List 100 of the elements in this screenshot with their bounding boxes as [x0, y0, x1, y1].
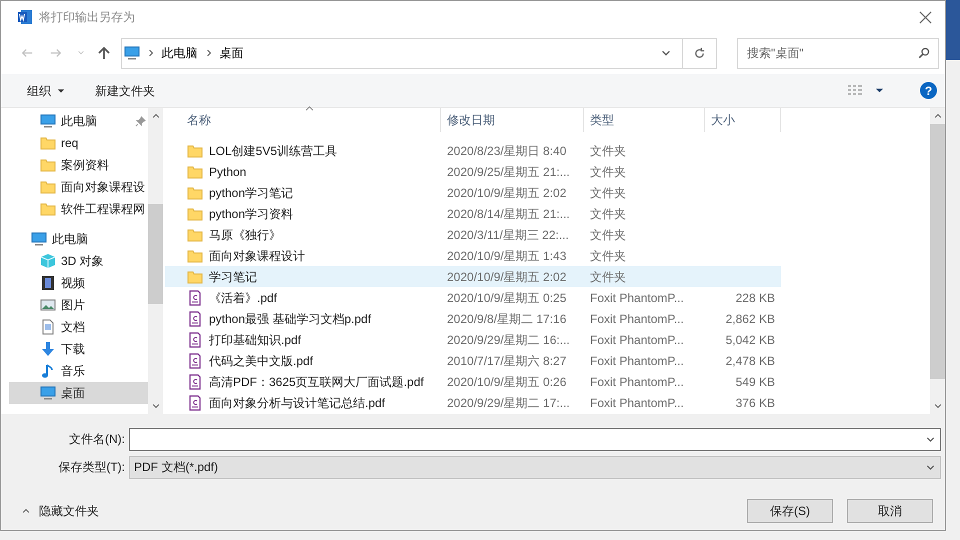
folder-icon — [187, 164, 203, 180]
date-cell-text: 2020/9/29/星期二 16:... — [446, 332, 571, 348]
caret-icon — [76, 49, 84, 57]
type-cell-text: 文件夹 — [589, 248, 627, 264]
date-cell-text: 2020/8/14/星期五 21:... — [446, 206, 571, 222]
nav-item[interactable]: 视频 — [9, 272, 148, 294]
breadcrumb[interactable]: 此电脑 — [162, 44, 198, 62]
size-cell-text: 549 KB — [734, 374, 776, 390]
date-cell-text: 2020/8/23/星期日 8:40 — [446, 142, 568, 160]
type-cell-text: Foxit PhantomP... — [589, 332, 685, 348]
size-cell-text: 376 KB — [734, 394, 776, 412]
desktop-icon — [40, 385, 56, 401]
file-row[interactable]: python学习笔记 2020/10/9/星期五 2:02 文件夹 — [165, 182, 781, 203]
help-button[interactable]: ? — [920, 82, 937, 99]
type-cell-text: Foxit PhantomP... — [589, 290, 685, 306]
folder-icon — [40, 179, 56, 195]
nav-item[interactable]: 音乐 — [9, 360, 148, 382]
pdf-file-icon — [187, 310, 203, 326]
nav-item[interactable]: 案例资料 — [9, 154, 148, 176]
organize-button[interactable]: 组织 — [27, 82, 65, 100]
nav-item[interactable]: 此电脑 — [9, 110, 148, 132]
filename-field[interactable] — [129, 428, 941, 450]
nav-item[interactable]: 此电脑 — [9, 228, 148, 250]
file-row[interactable]: python最强 基础学习文档p.pdf 2020/9/8/星期二 17:16 Foxit PhantomP... 2,862 KB — [165, 308, 781, 329]
nav-item[interactable]: 面向对象课程设 — [9, 176, 148, 198]
file-type-dropdown[interactable]: PDF 文档(*.pdf) — [129, 456, 941, 478]
folder-icon — [40, 157, 56, 173]
size-cell-text: 5,042 KB — [724, 332, 776, 348]
file-row[interactable]: 代码之美中文版.pdf 2010/7/17/星期六 8:27 Foxit PhantomP... 2,478 KB — [165, 350, 781, 371]
file-name: 面向对象课程设计 — [209, 248, 305, 264]
nav-item[interactable]: 3D 对象 — [9, 250, 148, 272]
list-view-icon — [847, 84, 863, 96]
column-header[interactable]: 名称 — [165, 108, 441, 132]
file-row[interactable]: 打印基础知识.pdf 2020/9/29/星期二 16:... Foxit PhantomP... 5,042 KB — [165, 329, 781, 350]
address-bar[interactable]: 此电脑 桌面 — [120, 38, 718, 68]
type-cell-text: Foxit PhantomP... — [589, 374, 685, 390]
search-icon — [918, 46, 930, 58]
field-label: 保存类型(T): — [57, 459, 126, 476]
background-window-header — [946, 0, 960, 60]
nav-item[interactable]: req — [9, 132, 148, 154]
desktop-icon — [124, 45, 140, 61]
new-folder-button[interactable]: 新建文件夹 — [95, 82, 155, 100]
caret-icon — [57, 86, 65, 94]
pdf-file-icon — [187, 352, 203, 368]
search-field[interactable]: 搜索"桌面" — [737, 38, 939, 68]
refresh-icon — [693, 46, 706, 60]
type-cell-text: Foxit PhantomP... — [589, 310, 685, 328]
nav-item[interactable]: 图片 — [9, 294, 148, 316]
date-cell-text: 2020/10/9/星期五 2:02 — [446, 268, 568, 286]
folder-icon — [40, 135, 56, 151]
nav-item[interactable]: 软件工程课程网 — [9, 198, 148, 220]
picture-icon — [40, 297, 56, 313]
file-name: 学习笔记 — [209, 268, 257, 286]
column-header[interactable]: 修改日期 — [441, 108, 584, 132]
type-cell-text: 文件夹 — [589, 268, 627, 286]
file-name: 高清PDF：3625页互联网大厂面试题.pdf — [209, 374, 424, 390]
date-cell-text: 2020/10/9/星期五 2:02 — [446, 184, 568, 202]
type-cell-text: Foxit PhantomP... — [589, 352, 685, 370]
file-row[interactable]: 面向对象分析与设计笔记总结.pdf 2020/9/29/星期二 17:... Foxit PhantomP... 376 KB — [165, 392, 781, 413]
nav-item[interactable]: 文档 — [9, 316, 148, 338]
file-name: python学习资料 — [209, 206, 294, 222]
file-row[interactable]: python学习资料 2020/8/14/星期五 21:... 文件夹 — [165, 203, 781, 224]
cancel-button[interactable]: 取消 — [847, 499, 933, 523]
breadcrumb[interactable]: 桌面 — [220, 44, 244, 62]
pdf-file-icon — [187, 394, 203, 410]
nav-item[interactable]: 桌面 — [9, 382, 148, 404]
scrollbar[interactable] — [148, 108, 163, 414]
film-icon — [40, 275, 56, 291]
date-cell-text: 2020/3/11/星期三 22:... — [446, 226, 570, 244]
size-cell-text: 2,478 KB — [724, 352, 776, 370]
column-header[interactable]: 大小 — [705, 108, 781, 132]
pdf-file-icon — [187, 290, 203, 306]
save-button[interactable]: 保存(S) — [747, 499, 833, 523]
file-row[interactable]: Python 2020/9/25/星期五 21:... 文件夹 — [165, 161, 781, 182]
hide-folders-button[interactable]: 隐藏文件夹 — [21, 502, 99, 520]
field-label: 文件名(N): — [68, 431, 126, 448]
file-row[interactable]: LOL创建5V5训练营工具 2020/8/23/星期日 8:40 文件夹 — [165, 140, 781, 161]
nav-item[interactable]: 下载 — [9, 338, 148, 360]
file-name: LOL创建5V5训练营工具 — [209, 142, 338, 160]
file-row[interactable]: 面向对象课程设计 2020/10/9/星期五 1:43 文件夹 — [165, 245, 781, 266]
date-cell-text: 2010/7/17/星期六 8:27 — [446, 352, 568, 370]
file-row[interactable]: 马原《独行》 2020/3/11/星期三 22:... 文件夹 — [165, 224, 781, 245]
pdf-file-icon — [187, 374, 203, 390]
view-options-button[interactable] — [847, 84, 884, 96]
computer-icon — [40, 113, 56, 129]
back-arrow-icon — [20, 47, 33, 59]
date-cell-text: 2020/9/8/星期二 17:16 — [446, 310, 568, 328]
folder-icon — [187, 184, 203, 200]
file-name: 面向对象分析与设计笔记总结.pdf — [209, 394, 386, 412]
size-cell-text: 228 KB — [734, 290, 776, 306]
file-row[interactable]: 学习笔记 2020/10/9/星期五 2:02 文件夹 — [165, 266, 781, 287]
file-row[interactable]: 《活着》.pdf 2020/10/9/星期五 0:25 Foxit PhantomP... 228 KB — [165, 287, 781, 308]
file-name: python学习笔记 — [209, 184, 294, 202]
column-header[interactable]: 类型 — [584, 108, 705, 132]
scrollbar[interactable] — [930, 108, 945, 414]
computer-icon — [31, 231, 47, 247]
date-cell-text: 2020/9/25/星期五 21:... — [446, 164, 571, 180]
date-cell-text: 2020/10/9/星期五 0:26 — [446, 374, 568, 390]
size-cell-text: 2,862 KB — [724, 310, 776, 328]
file-row[interactable]: 高清PDF：3625页互联网大厂面试题.pdf 2020/10/9/星期五 0:26 Foxit PhantomP... 549 KB — [165, 371, 781, 392]
